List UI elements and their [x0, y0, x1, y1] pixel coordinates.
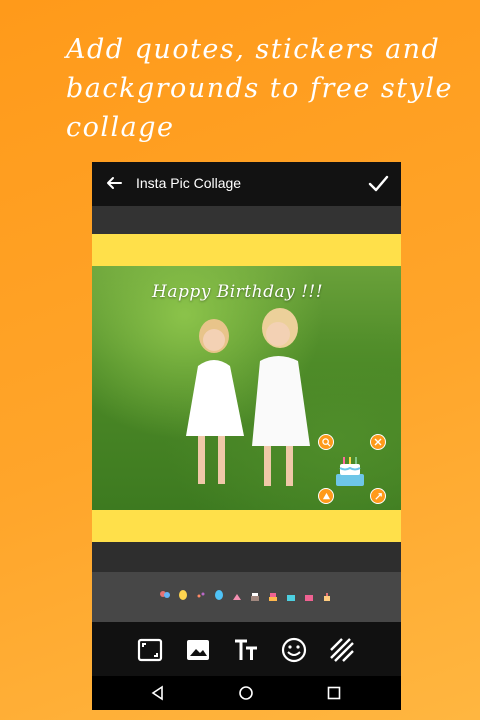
- cake-blue-sticker-icon[interactable]: [286, 590, 296, 602]
- app-bar: Insta Pic Collage: [92, 162, 401, 206]
- bottom-toolbar: [92, 622, 401, 676]
- sticker-strip[interactable]: [92, 572, 401, 622]
- canvas-spacer: [92, 542, 401, 572]
- toolbar-spacer: [92, 206, 401, 234]
- system-navbar: [92, 676, 401, 710]
- promo-line-1: Add quotes, stickers and: [66, 34, 441, 65]
- cake-slice-sticker-icon[interactable]: [232, 590, 242, 602]
- collage-photo[interactable]: Happy Birthday !!!: [92, 266, 401, 510]
- cake-pink-sticker-icon[interactable]: [304, 590, 314, 602]
- emoji-icon[interactable]: [280, 636, 308, 664]
- nav-recents-icon[interactable]: [326, 685, 342, 701]
- nav-back-icon[interactable]: [150, 685, 166, 701]
- promo-line-2: backgrounds to free style: [66, 73, 454, 104]
- close-icon[interactable]: [370, 434, 386, 450]
- promo-line-3: collage: [66, 112, 175, 143]
- text-overlay[interactable]: Happy Birthday !!!: [152, 282, 323, 302]
- confetti-sticker-icon[interactable]: [196, 590, 206, 602]
- balloon-yellow-sticker-icon[interactable]: [178, 590, 188, 602]
- birthday-cake-sticker-icon[interactable]: [330, 452, 370, 492]
- cake-sticker-icon[interactable]: [250, 590, 260, 602]
- aspect-ratio-icon[interactable]: [136, 636, 164, 664]
- cake-small-sticker-icon[interactable]: [322, 590, 332, 602]
- collage-canvas[interactable]: Happy Birthday !!!: [92, 234, 401, 542]
- image-icon[interactable]: [184, 636, 212, 664]
- children-photo-icon: [186, 308, 310, 486]
- phone-screen: Insta Pic Collage Happy Birthday !!!: [92, 162, 401, 710]
- flip-icon[interactable]: [318, 488, 334, 504]
- nav-home-icon[interactable]: [238, 685, 254, 701]
- background-pattern-icon[interactable]: [328, 636, 356, 664]
- check-icon[interactable]: [367, 172, 389, 194]
- text-icon[interactable]: [232, 636, 260, 664]
- app-title: Insta Pic Collage: [136, 175, 242, 191]
- balloons-sticker-icon[interactable]: [160, 590, 170, 602]
- zoom-icon[interactable]: [318, 434, 334, 450]
- sticker-selection[interactable]: [318, 434, 388, 506]
- promo-text: Add quotes, stickers and backgrounds to …: [66, 30, 466, 147]
- cake-tier-sticker-icon[interactable]: [268, 590, 278, 602]
- balloon-blue-sticker-icon[interactable]: [214, 590, 224, 602]
- resize-icon[interactable]: [370, 488, 386, 504]
- arrow-left-icon[interactable]: [104, 173, 124, 193]
